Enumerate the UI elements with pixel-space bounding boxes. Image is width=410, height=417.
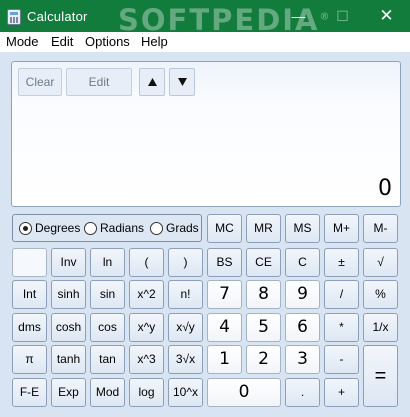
key-root-y[interactable]: x√y — [168, 313, 203, 342]
menu-mode[interactable]: Mode — [6, 34, 39, 49]
maximize-button[interactable]: ☐ — [320, 0, 365, 32]
key-close-paren[interactable]: ) — [168, 248, 203, 277]
key-divide[interactable]: / — [324, 280, 359, 309]
history-down-button[interactable] — [169, 68, 195, 96]
key-int[interactable]: Int — [12, 280, 47, 309]
key-0[interactable]: 0 — [207, 378, 281, 407]
key-8[interactable]: 8 — [246, 280, 281, 309]
calculator-app-icon — [7, 9, 21, 25]
key-ms[interactable]: MS — [285, 214, 320, 243]
angle-mode-group: Degrees Radians Grads — [12, 214, 202, 242]
key-cube-root[interactable]: 3√x — [168, 345, 203, 374]
key-clear[interactable]: C — [285, 248, 320, 277]
history-up-button[interactable] — [139, 68, 165, 96]
key-open-paren[interactable]: ( — [129, 248, 164, 277]
key-6[interactable]: 6 — [285, 313, 320, 342]
key-power[interactable]: x^y — [129, 313, 164, 342]
key-backspace[interactable]: BS — [207, 248, 242, 277]
key-clear-entry[interactable]: CE — [246, 248, 281, 277]
key-mr[interactable]: MR — [246, 214, 281, 243]
key-mod[interactable]: Mod — [90, 378, 125, 407]
key-add[interactable]: + — [324, 378, 359, 407]
key-factorial[interactable]: n! — [168, 280, 203, 309]
radio-grads-indicator[interactable] — [150, 222, 163, 235]
key-multiply[interactable]: * — [324, 313, 359, 342]
key-2[interactable]: 2 — [246, 345, 281, 374]
key-mc[interactable]: MC — [207, 214, 242, 243]
title-bar[interactable]: Calculator SOFTPEDIA® — ☐ ✕ — [0, 0, 410, 37]
key-log[interactable]: log — [129, 378, 164, 407]
menu-options[interactable]: Options — [85, 34, 130, 49]
radio-grads-label: Grads — [166, 221, 199, 235]
close-button[interactable]: ✕ — [364, 0, 409, 32]
key-f-e[interactable]: F-E — [12, 378, 47, 407]
key-decimal[interactable]: . — [285, 378, 320, 407]
radio-radians-label: Radians — [100, 221, 145, 235]
key-square[interactable]: x^2 — [129, 280, 164, 309]
arrow-up-icon — [148, 78, 157, 86]
window-title: Calculator — [27, 9, 88, 24]
key-m-plus[interactable]: M+ — [324, 214, 359, 243]
key-pi[interactable]: π — [12, 345, 47, 374]
menu-edit[interactable]: Edit — [51, 34, 73, 49]
key-3[interactable]: 3 — [285, 345, 320, 374]
key-sinh[interactable]: sinh — [51, 280, 86, 309]
key-ln[interactable]: ln — [90, 248, 125, 277]
key-9[interactable]: 9 — [285, 280, 320, 309]
radio-degrees-label: Degrees — [35, 221, 81, 235]
menu-bar: Mode Edit Options Help — [0, 32, 410, 52]
menu-help[interactable]: Help — [141, 34, 168, 49]
key-7[interactable]: 7 — [207, 280, 242, 309]
arrow-down-icon — [178, 78, 187, 86]
key-cosh[interactable]: cosh — [51, 313, 86, 342]
key-m-minus[interactable]: M- — [363, 214, 398, 243]
key-5[interactable]: 5 — [246, 313, 281, 342]
key-percent[interactable]: % — [363, 280, 398, 309]
key-sqrt[interactable]: √ — [363, 248, 398, 277]
key-1[interactable]: 1 — [207, 345, 242, 374]
key-cube[interactable]: x^3 — [129, 345, 164, 374]
key-equals[interactable]: = — [363, 345, 398, 407]
key-subtract[interactable]: - — [324, 345, 359, 374]
key-tan[interactable]: tan — [90, 345, 125, 374]
calculator-window: Calculator SOFTPEDIA® — ☐ ✕ Mode Edit Op… — [0, 0, 410, 417]
key-inv[interactable]: Inv — [51, 248, 86, 277]
key-dms[interactable]: dms — [12, 313, 47, 342]
edit-history-button[interactable]: Edit — [66, 68, 132, 96]
key-reciprocal[interactable]: 1/x — [363, 313, 398, 342]
display-value: 0 — [378, 176, 392, 201]
key-blank[interactable] — [12, 248, 47, 277]
radio-degrees-indicator[interactable] — [19, 222, 32, 235]
key-cos[interactable]: cos — [90, 313, 125, 342]
key-negate[interactable]: ± — [324, 248, 359, 277]
key-sin[interactable]: sin — [90, 280, 125, 309]
key-ten-power[interactable]: 10^x — [168, 378, 203, 407]
clear-history-button[interactable]: Clear — [18, 68, 62, 96]
minimize-button[interactable]: — — [276, 0, 321, 32]
key-exp[interactable]: Exp — [51, 378, 86, 407]
key-4[interactable]: 4 — [207, 313, 242, 342]
key-tanh[interactable]: tanh — [51, 345, 86, 374]
radio-radians-indicator[interactable] — [84, 222, 97, 235]
